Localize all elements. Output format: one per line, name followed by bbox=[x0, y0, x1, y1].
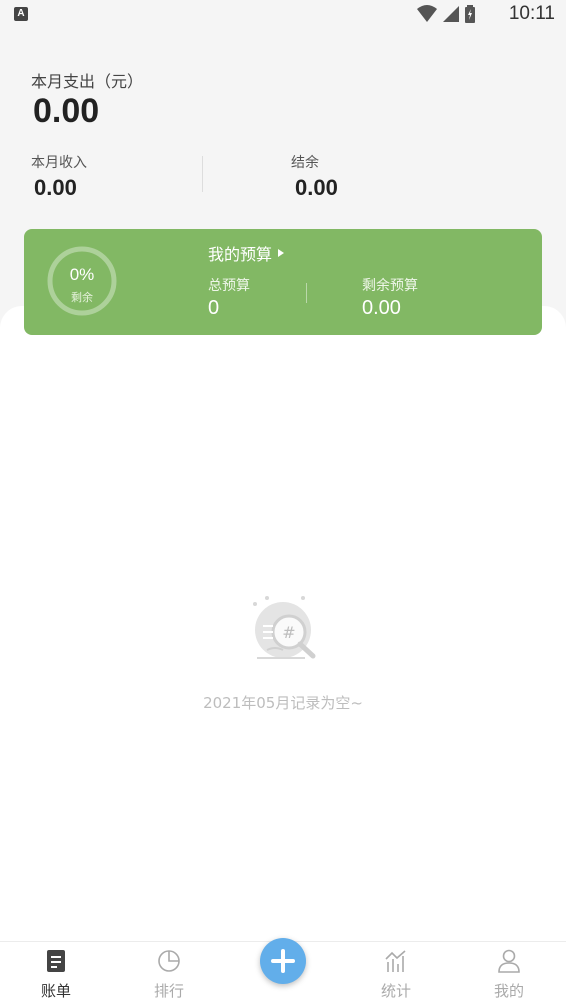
battery-icon bbox=[465, 5, 475, 23]
remaining-budget-label: 剩余预算 bbox=[362, 278, 418, 294]
empty-records-text: 2021年05月记录为空~ bbox=[203, 694, 363, 712]
system-icons bbox=[416, 5, 476, 23]
wifi-icon bbox=[417, 5, 437, 22]
add-record-button[interactable] bbox=[260, 938, 306, 984]
budget-title: 我的预算 bbox=[208, 245, 273, 264]
bill-icon bbox=[47, 950, 65, 972]
svg-text:#: # bbox=[282, 623, 295, 642]
summary-divider bbox=[202, 156, 203, 192]
budget-percent-label: 剩余 bbox=[71, 291, 93, 304]
income-value: 0.00 bbox=[34, 175, 77, 200]
total-budget-value: 0 bbox=[208, 297, 220, 319]
status-bar: A 10:11 bbox=[0, 0, 566, 30]
nav-item-mine[interactable]: 我的 bbox=[469, 948, 549, 1001]
nav-label-stats: 统计 bbox=[380, 982, 411, 1000]
remaining-budget-value: 0.00 bbox=[362, 297, 401, 319]
notification-icon: A bbox=[14, 7, 28, 21]
nav-label-ranking: 排行 bbox=[153, 982, 184, 1000]
total-budget-label: 总预算 bbox=[208, 278, 250, 294]
signal-icon bbox=[443, 6, 459, 22]
bottom-nav: 账单 排行 统计 我的 bbox=[0, 938, 566, 1007]
nav-item-stats[interactable]: 统计 bbox=[356, 948, 436, 1001]
nav-item-ranking[interactable]: 排行 bbox=[129, 948, 209, 1001]
budget-percent: 0% bbox=[69, 265, 95, 284]
my-budget-link[interactable]: 我的预算 bbox=[208, 241, 285, 265]
clock: 10:11 bbox=[508, 3, 555, 24]
nav-label-mine: 我的 bbox=[493, 982, 524, 1000]
balance-value: 0.00 bbox=[295, 175, 338, 200]
nav-item-bill[interactable]: 账单 bbox=[16, 948, 96, 1001]
budget-divider bbox=[306, 283, 307, 303]
expense-value: 0.00 bbox=[33, 92, 100, 130]
caret-right-icon bbox=[278, 249, 285, 257]
income-label: 本月收入 bbox=[31, 155, 87, 171]
budget-card[interactable]: 0% 剩余 我的预算 总预算 0 剩余预算 0.00 bbox=[24, 229, 542, 335]
plus-icon bbox=[271, 949, 295, 973]
expense-label: 本月支出（元） bbox=[31, 72, 144, 91]
user-icon bbox=[498, 949, 520, 973]
nav-label-bill: 账单 bbox=[40, 982, 71, 1000]
stats-icon bbox=[385, 950, 406, 972]
balance-label: 结余 bbox=[291, 155, 319, 171]
pie-chart-icon bbox=[158, 950, 180, 972]
empty-records-icon: # bbox=[253, 596, 316, 659]
